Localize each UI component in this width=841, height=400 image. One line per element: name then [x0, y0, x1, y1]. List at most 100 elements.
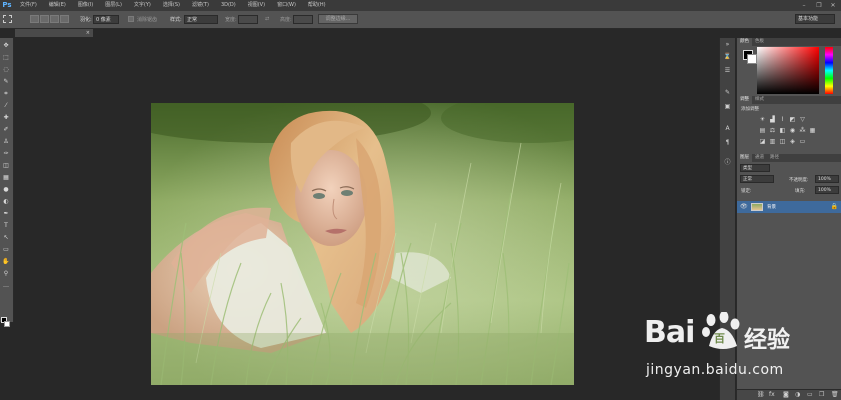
group-icon[interactable]: ▭ — [807, 391, 813, 398]
add-to-selection-icon[interactable] — [40, 15, 49, 23]
color-balance-icon[interactable]: ⚖ — [769, 127, 776, 134]
paragraph-panel-icon[interactable]: ¶ — [723, 138, 732, 147]
document-image[interactable] — [151, 103, 574, 385]
link-layers-icon[interactable]: ⛓ — [757, 391, 765, 398]
refine-edge-button[interactable]: 调整边缘... — [318, 14, 358, 24]
layer-kind-filter[interactable]: 类型 — [740, 164, 770, 172]
menu-edit[interactable]: 编辑(E) — [43, 0, 72, 11]
close-window-button[interactable]: ✕ — [826, 0, 840, 11]
properties-panel-icon[interactable]: ☰ — [723, 66, 732, 75]
antialias-checkbox[interactable] — [128, 16, 134, 22]
menu-type[interactable]: 文字(Y) — [128, 0, 157, 11]
gradient-map-icon[interactable]: ▭ — [799, 138, 806, 145]
restore-button[interactable]: ❐ — [812, 0, 826, 11]
brush-panel-icon[interactable]: ✎ — [723, 88, 732, 97]
new-selection-icon[interactable] — [30, 15, 39, 23]
subtract-selection-icon[interactable] — [50, 15, 59, 23]
menu-file[interactable]: 文件(F) — [14, 0, 43, 11]
curves-icon[interactable]: ⌇ — [779, 116, 786, 123]
menu-3d[interactable]: 3D(D) — [215, 0, 242, 11]
height-input[interactable] — [293, 15, 313, 24]
swap-icon[interactable]: ⇄ — [265, 16, 269, 22]
character-panel-icon[interactable]: A — [723, 124, 732, 133]
close-document-icon[interactable]: × — [86, 29, 90, 37]
menu-view[interactable]: 视图(V) — [242, 0, 271, 11]
levels-icon[interactable]: ▟ — [769, 116, 776, 123]
black-white-icon[interactable]: ◧ — [779, 127, 786, 134]
gradient-tool-icon[interactable]: ▦ — [2, 174, 10, 181]
adjustment-layer-icon[interactable]: ◑ — [795, 391, 800, 398]
adjustments-title: 添加调整 — [741, 107, 759, 112]
quick-selection-tool-icon[interactable]: ✎ — [2, 78, 10, 85]
width-input[interactable] — [238, 15, 258, 24]
type-tool-icon[interactable]: T — [2, 222, 10, 229]
eye-visibility-icon[interactable]: 👁 — [740, 203, 748, 210]
layer-row-background[interactable]: 👁 背景 🔒 — [737, 201, 841, 213]
crop-tool-icon[interactable]: ⌗ — [2, 90, 10, 97]
color-field[interactable] — [757, 47, 819, 94]
new-layer-icon[interactable]: ❐ — [819, 391, 824, 398]
menu-select[interactable]: 选择(S) — [157, 0, 186, 11]
menu-image[interactable]: 图像(I) — [72, 0, 99, 11]
hand-tool-icon[interactable]: ✋ — [2, 258, 10, 265]
tab-channels[interactable]: 通道 — [752, 154, 767, 162]
tab-paths[interactable]: 路径 — [767, 154, 782, 162]
history-panel-icon[interactable]: ⌛ — [723, 52, 732, 61]
move-tool-icon[interactable]: ✥ — [2, 42, 10, 49]
strip-collapse-icon[interactable]: » — [723, 40, 732, 49]
selective-color-icon[interactable]: ◈ — [789, 138, 796, 145]
rectangle-tool-icon[interactable]: ▭ — [2, 246, 10, 253]
menu-filter[interactable]: 滤镜(T) — [186, 0, 215, 11]
posterize-icon[interactable]: ▥ — [769, 138, 776, 145]
menu-layer[interactable]: 图层(L) — [99, 0, 128, 11]
vibrance-icon[interactable]: ▽ — [799, 116, 806, 123]
tab-swatches[interactable]: 色板 — [752, 38, 767, 46]
brightness-contrast-icon[interactable]: ☀ — [759, 116, 766, 123]
clone-stamp-tool-icon[interactable]: ♙ — [2, 138, 10, 145]
blend-mode-select[interactable]: 正常 — [740, 175, 774, 183]
layer-mask-icon[interactable]: ◙ — [783, 391, 789, 398]
info-panel-icon[interactable]: ⓘ — [723, 158, 732, 167]
panel-background-swatch[interactable] — [747, 54, 757, 64]
feather-input[interactable]: 0 像素 — [93, 15, 119, 24]
tab-color[interactable]: 颜色 — [737, 38, 752, 46]
workspace-select[interactable]: 基本功能 — [795, 14, 835, 24]
history-brush-tool-icon[interactable]: ✑ — [2, 150, 10, 157]
background-color-swatch[interactable] — [4, 321, 10, 327]
path-selection-tool-icon[interactable]: ↖ — [2, 234, 10, 241]
menu-window[interactable]: 窗口(W) — [271, 0, 302, 11]
tab-layers[interactable]: 图层 — [737, 154, 752, 162]
menu-help[interactable]: 帮助(H) — [302, 0, 332, 11]
pen-tool-icon[interactable]: ✒ — [2, 210, 10, 217]
tab-adjustments[interactable]: 调整 — [737, 96, 752, 104]
brush-tool-icon[interactable]: ✐ — [2, 126, 10, 133]
tab-styles[interactable]: 样式 — [752, 96, 767, 104]
channel-mixer-icon[interactable]: ⁂ — [799, 127, 806, 134]
photo-filter-icon[interactable]: ◉ — [789, 127, 796, 134]
exposure-icon[interactable]: ◩ — [789, 116, 796, 123]
document-tab[interactable]: × — [15, 29, 93, 37]
style-select[interactable]: 正常 — [184, 15, 218, 24]
intersect-selection-icon[interactable] — [60, 15, 69, 23]
lasso-tool-icon[interactable]: ◌ — [2, 66, 10, 73]
eraser-tool-icon[interactable]: ◫ — [2, 162, 10, 169]
fill-input[interactable]: 100% — [815, 186, 839, 194]
marquee-tool-preset-icon[interactable] — [3, 15, 12, 23]
blur-tool-icon[interactable]: ● — [2, 186, 10, 193]
healing-brush-tool-icon[interactable]: ✚ — [2, 114, 10, 121]
hue-saturation-icon[interactable]: ▤ — [759, 127, 766, 134]
invert-icon[interactable]: ◪ — [759, 138, 766, 145]
more-tools-icon[interactable]: … — [2, 282, 10, 289]
minimize-button[interactable]: – — [797, 0, 811, 11]
eyedropper-tool-icon[interactable]: ⁄ — [2, 102, 10, 109]
hue-slider[interactable] — [825, 47, 833, 94]
zoom-tool-icon[interactable]: ⚲ — [2, 270, 10, 277]
marquee-tool-icon[interactable]: ⬚ — [2, 54, 10, 61]
trash-icon[interactable]: 🗑 — [831, 391, 839, 398]
threshold-icon[interactable]: ◫ — [779, 138, 786, 145]
opacity-input[interactable]: 100% — [815, 175, 839, 183]
color-lookup-icon[interactable]: ▦ — [809, 127, 816, 134]
clone-source-panel-icon[interactable]: ▣ — [723, 102, 732, 111]
layer-style-icon[interactable]: fx — [769, 391, 775, 398]
dodge-tool-icon[interactable]: ◐ — [2, 198, 10, 205]
